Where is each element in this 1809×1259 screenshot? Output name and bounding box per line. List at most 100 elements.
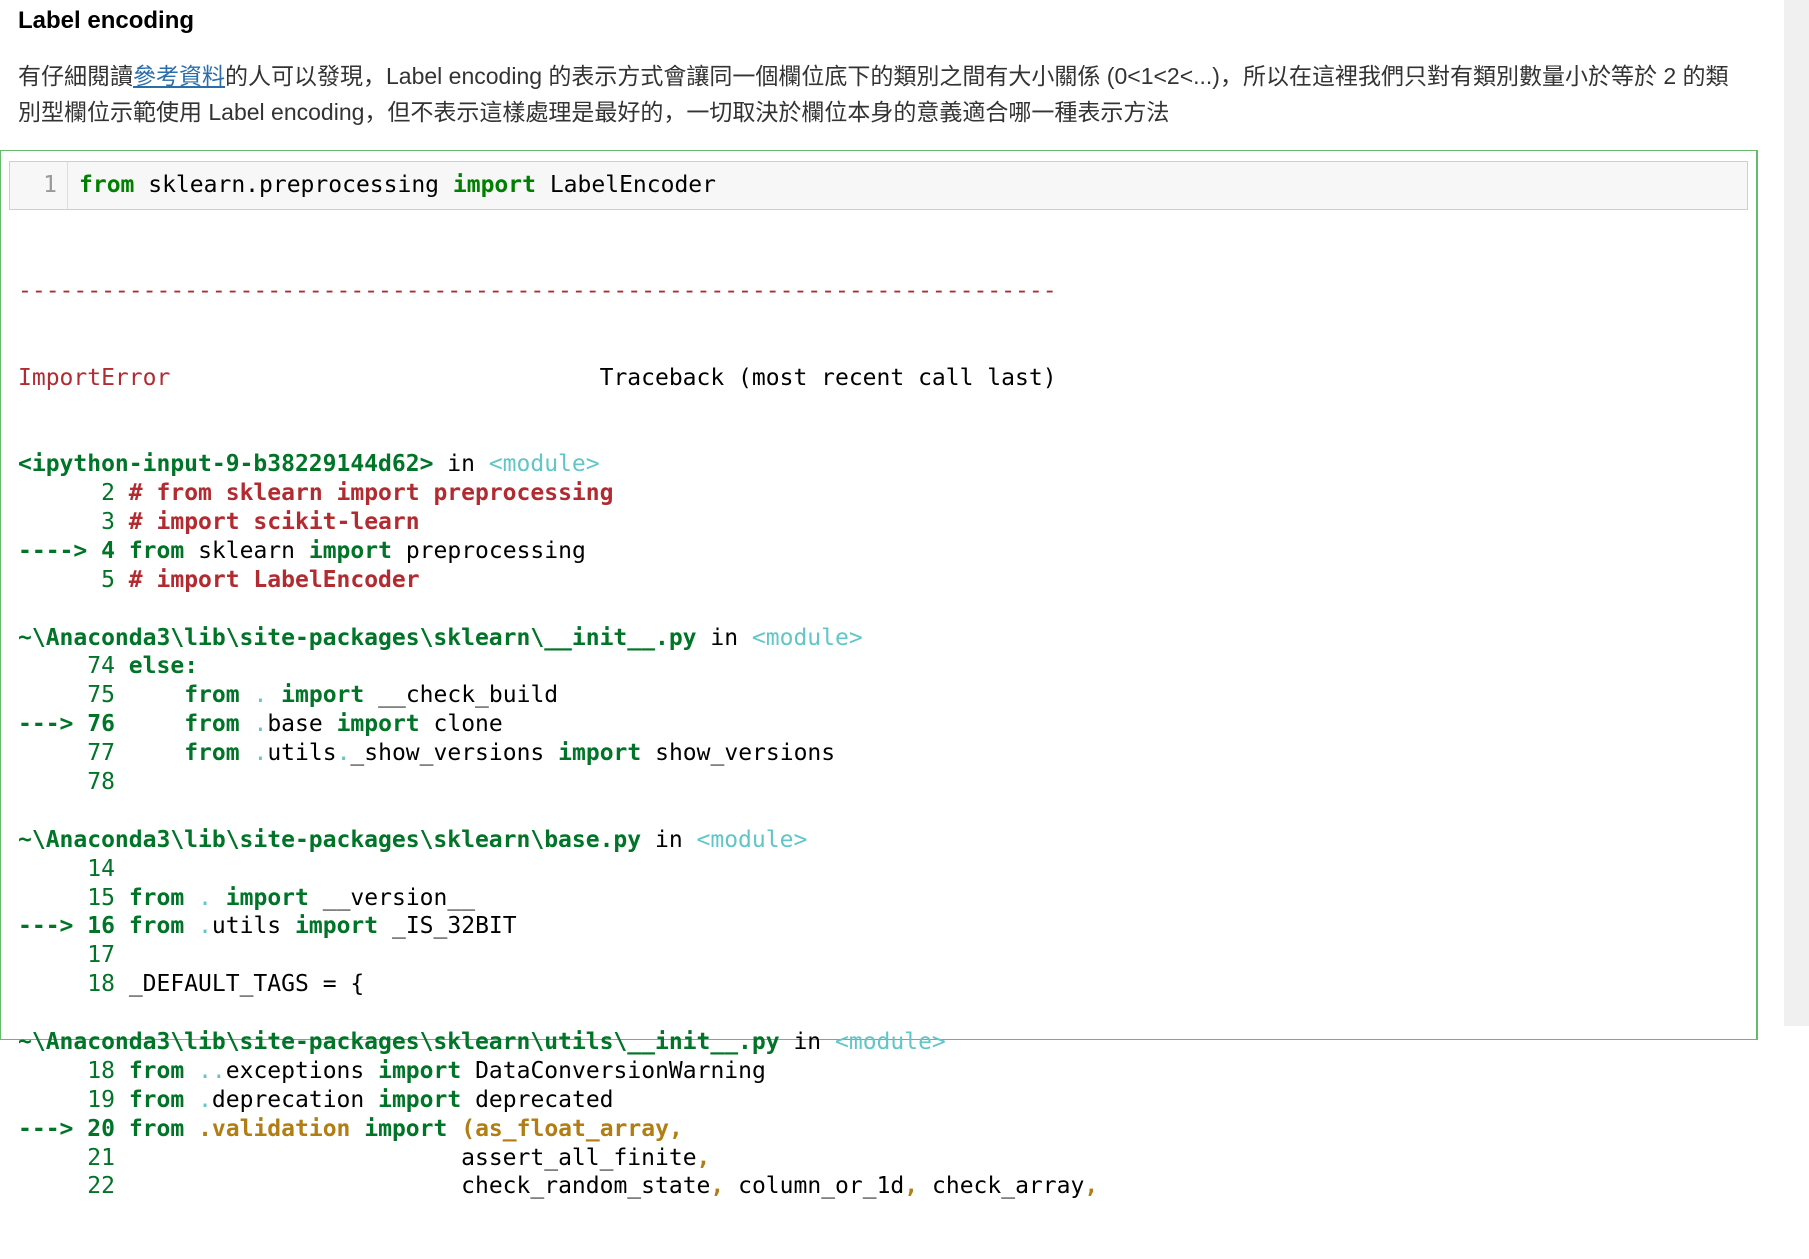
code-text: from .utils._show_versions import show_v… bbox=[115, 740, 835, 766]
current-line-arrow bbox=[18, 682, 87, 708]
code-token: { bbox=[350, 971, 365, 998]
frame-file: <ipython-input-9-b38229144d62> bbox=[18, 451, 434, 478]
section-heading: Label encoding bbox=[18, 7, 195, 34]
keyword: import bbox=[225, 884, 309, 911]
keyword: from bbox=[128, 884, 185, 911]
keyword: from bbox=[128, 1057, 185, 1084]
traceback-code-line: 2 # from sklearn import preprocessing bbox=[18, 479, 1098, 508]
frame-file: ~\Anaconda3\lib\site-packages\sklearn\__… bbox=[18, 624, 697, 651]
operator: . bbox=[198, 884, 212, 911]
operator: . bbox=[253, 740, 268, 767]
code-token: ( bbox=[461, 1115, 476, 1142]
scrollbar-track[interactable] bbox=[1784, 0, 1809, 1026]
error-name: ImportError bbox=[18, 364, 171, 391]
current-line-arrow: ----> bbox=[18, 537, 102, 564]
code-token: check_array bbox=[932, 1173, 1085, 1200]
code-token: , bbox=[710, 1173, 725, 1200]
code-token: assert_all_finite bbox=[461, 1144, 697, 1171]
current-line-arrow bbox=[18, 653, 87, 679]
traceback-header: ImportError Traceback (most recent call … bbox=[18, 364, 1098, 393]
code-token: utils bbox=[267, 740, 337, 767]
keyword: import bbox=[295, 913, 379, 940]
traceback-code-line: 14 bbox=[18, 855, 1098, 884]
traceback-code-line: 21 assert_all_finite, bbox=[18, 1144, 1098, 1173]
current-line-arrow bbox=[18, 856, 87, 882]
code-text: from . import __check_build bbox=[115, 682, 558, 708]
code-token: utils bbox=[211, 913, 282, 940]
traceback-code-line: 5 # import LabelEncoder bbox=[18, 566, 1098, 595]
code-text: check_random_state, column_or_1d, check_… bbox=[115, 1173, 1098, 1199]
comment-text: # import scikit-learn bbox=[114, 509, 420, 535]
line-number: 4 bbox=[101, 537, 115, 564]
keyword: import bbox=[558, 740, 642, 767]
reference-link[interactable]: 參考資料 bbox=[133, 63, 225, 89]
code-line[interactable]: from sklearn.preprocessing import LabelE… bbox=[79, 162, 716, 209]
code-token: _IS_32BIT bbox=[391, 913, 517, 940]
line-number: 14 bbox=[87, 855, 115, 882]
line-number: 22 bbox=[87, 1173, 115, 1200]
current-line-arrow: ---> bbox=[18, 1115, 88, 1142]
code-token: __version__ bbox=[322, 884, 476, 911]
line-number: 16 bbox=[87, 913, 115, 940]
code-cell[interactable]: 1 from sklearn.preprocessing import Labe… bbox=[0, 150, 1758, 1199]
frame-scope: <module> bbox=[696, 826, 808, 853]
operator: .. bbox=[198, 1057, 226, 1084]
code-text: assert_all_finite, bbox=[115, 1145, 710, 1171]
current-line-arrow bbox=[18, 1173, 87, 1199]
code-token: _show_versions bbox=[350, 740, 545, 767]
code-token: clone bbox=[433, 711, 503, 738]
current-line-arrow bbox=[18, 1145, 87, 1171]
line-number: 78 bbox=[87, 769, 115, 796]
traceback-code-line: 15 from . import __version__ bbox=[18, 884, 1098, 913]
keyword: from bbox=[184, 682, 240, 709]
line-number: 20 bbox=[87, 1115, 115, 1142]
traceback-code-line: 19 from .deprecation import deprecated bbox=[18, 1086, 1098, 1115]
current-line-arrow bbox=[18, 567, 101, 593]
frame-header: ~\Anaconda3\lib\site-packages\sklearn\ut… bbox=[18, 1028, 1098, 1057]
line-number: 18 bbox=[87, 1057, 115, 1084]
line-number: 2 bbox=[101, 480, 115, 507]
traceback-code-line: 77 from .utils._show_versions import sho… bbox=[18, 739, 1098, 768]
frame-scope: <module> bbox=[835, 1029, 946, 1056]
line-number: 1 bbox=[10, 162, 68, 209]
traceback-code-line: ---> 20 from .validation import (as_floa… bbox=[18, 1115, 1098, 1144]
traceback-code-line: 18 _DEFAULT_TAGS = { bbox=[18, 970, 1098, 999]
code-token: column_or_1d bbox=[738, 1173, 905, 1200]
keyword-import: import bbox=[452, 172, 536, 198]
traceback-code-line: 74 else: bbox=[18, 652, 1098, 681]
frame-header: ~\Anaconda3\lib\site-packages\sklearn\__… bbox=[18, 624, 1098, 653]
current-line-arrow: ---> bbox=[18, 711, 88, 738]
frame-in: in bbox=[433, 451, 489, 478]
operator: . bbox=[253, 682, 268, 709]
operator: . bbox=[336, 740, 351, 767]
comment-text: # import LabelEncoder bbox=[114, 566, 420, 593]
code-input-area[interactable]: 1 from sklearn.preprocessing import Labe… bbox=[9, 161, 1748, 210]
line-number: 3 bbox=[101, 509, 115, 535]
line-number: 5 bbox=[101, 566, 115, 593]
code-token: DataConversionWarning bbox=[475, 1057, 766, 1084]
code-token: , bbox=[1084, 1173, 1099, 1200]
line-number: 17 bbox=[87, 942, 115, 969]
code-token: , bbox=[668, 1115, 683, 1142]
